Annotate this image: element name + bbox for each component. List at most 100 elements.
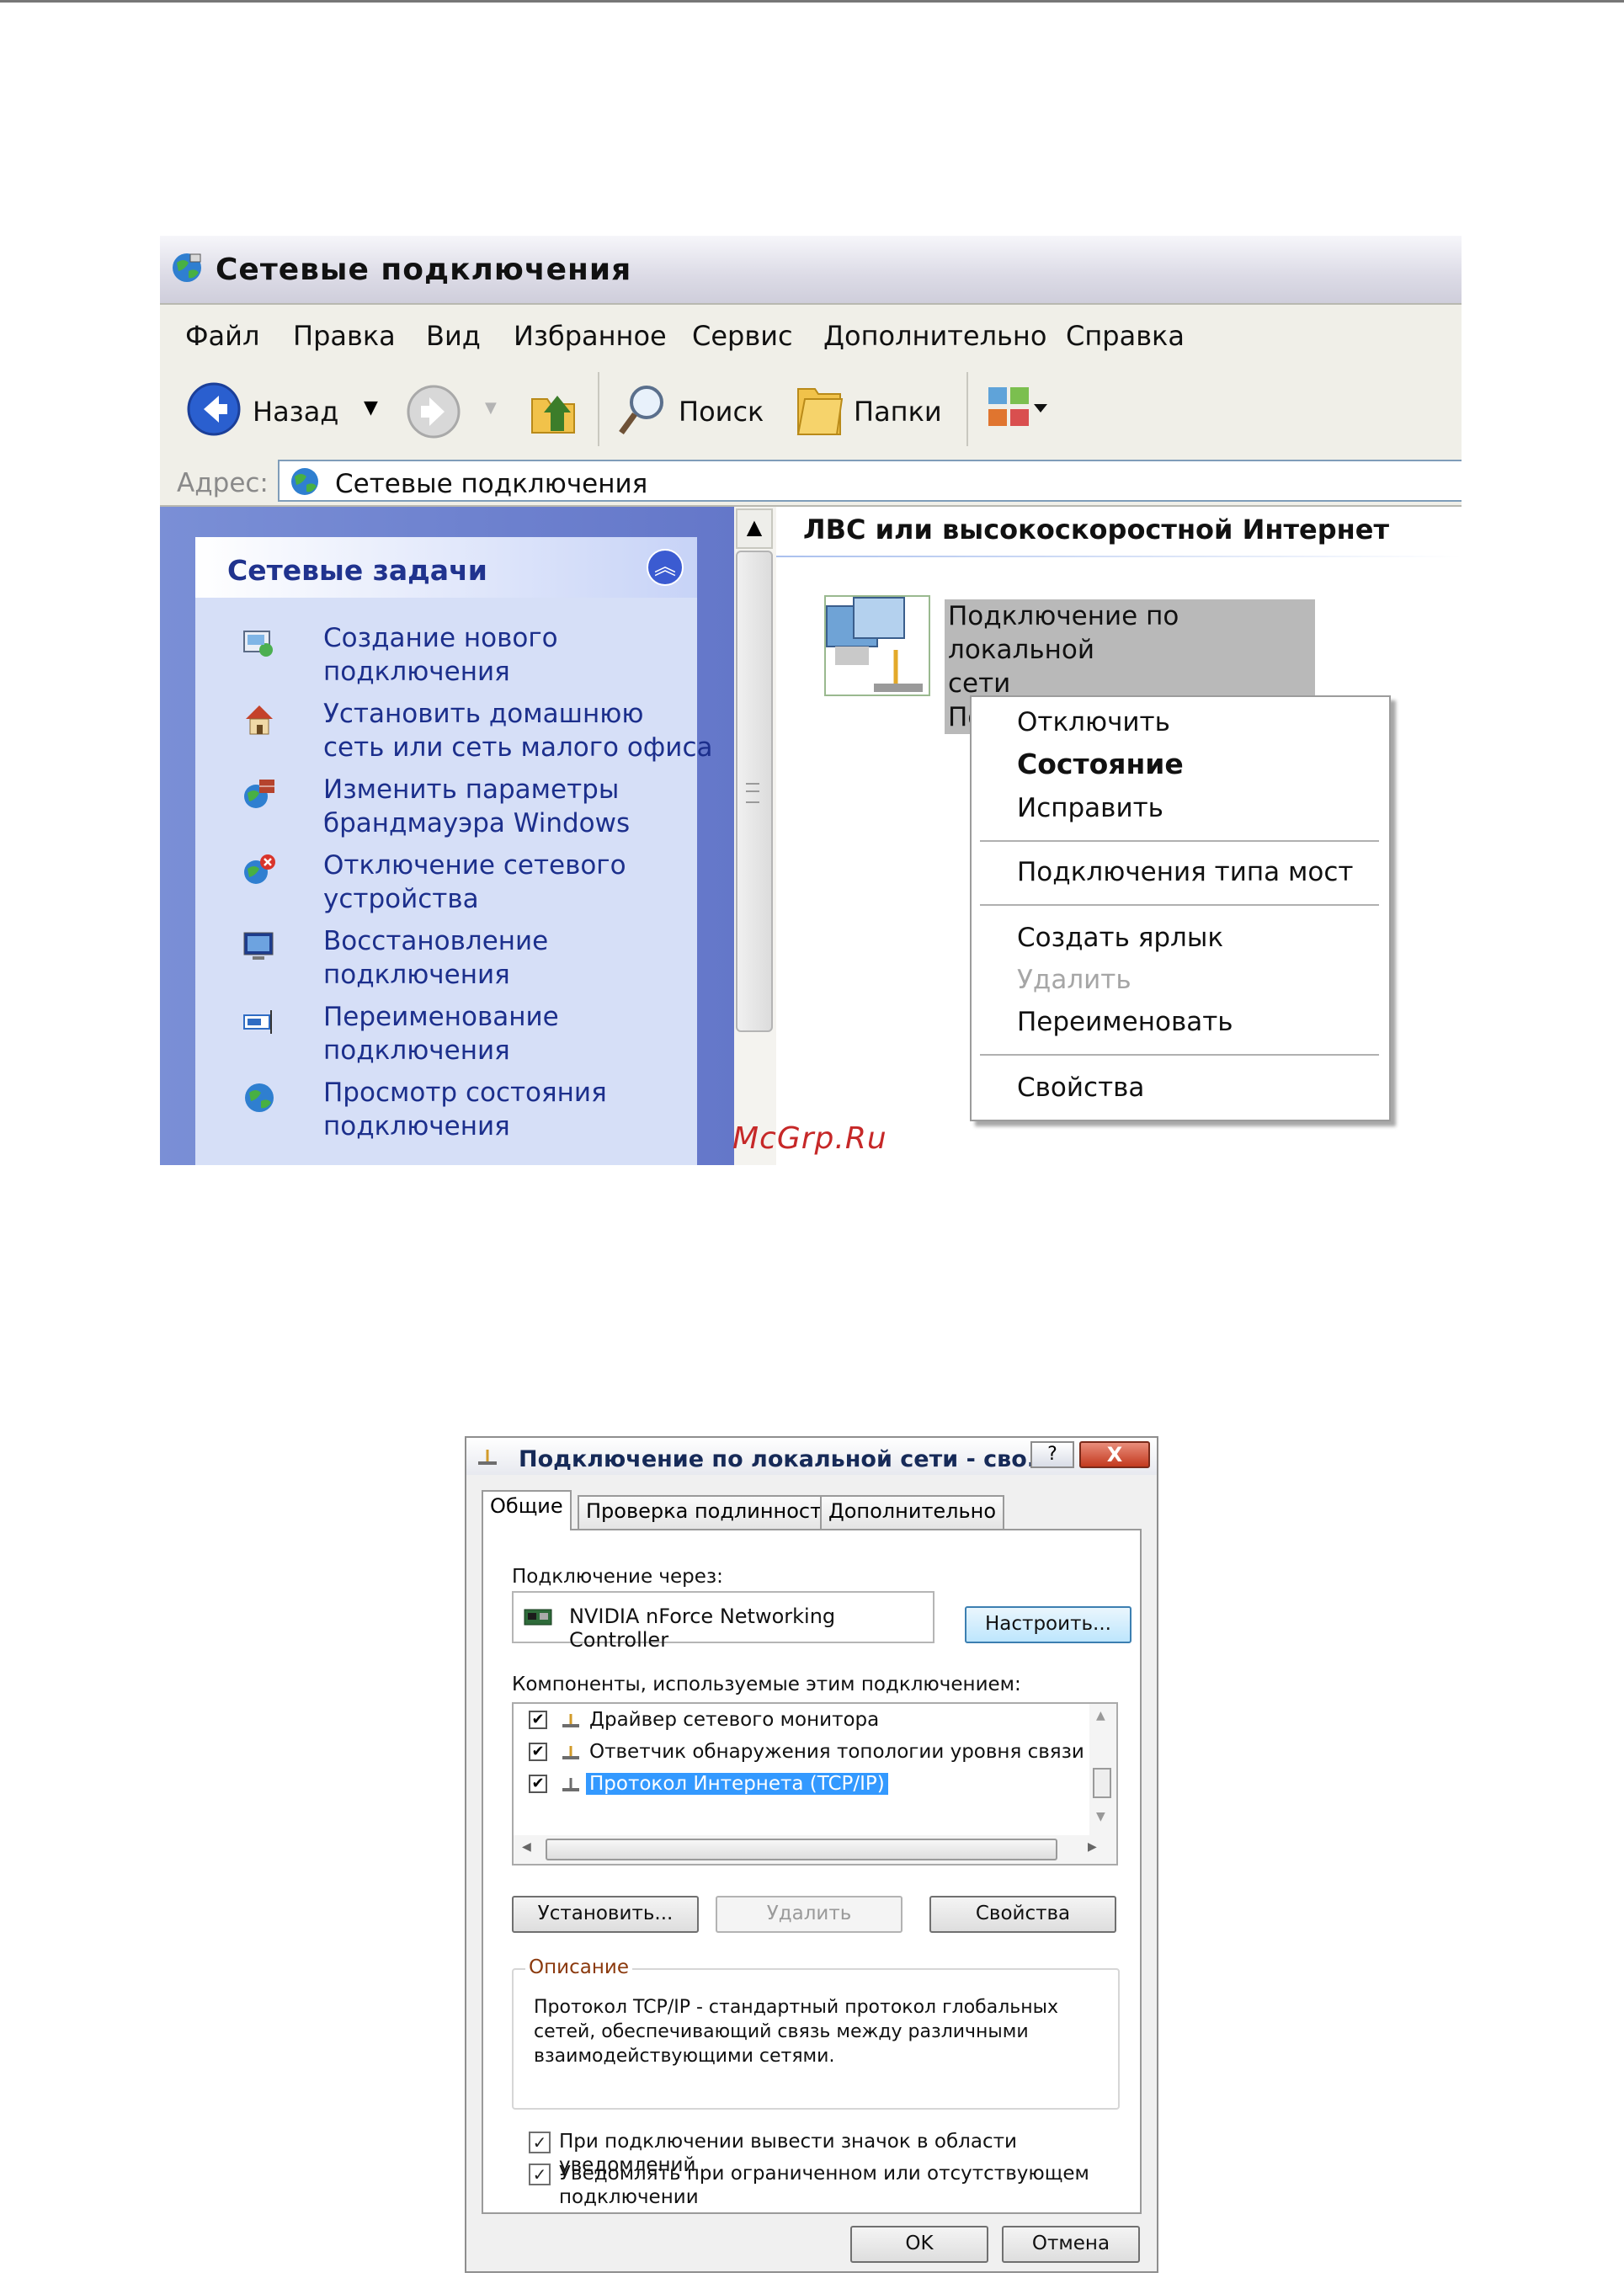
component-checkbox[interactable]: ✔ [529,1775,547,1793]
menu-favorites[interactable]: Избранное [514,320,667,352]
task-home-network[interactable]: Установить домашнюю сеть или сеть малого… [232,697,713,768]
components-label: Компоненты, используемые этим подключени… [512,1674,1021,1695]
tab-general[interactable]: Общие [482,1490,572,1530]
components-horizontal-scrollbar[interactable]: ◀ ▶ [514,1835,1116,1864]
properties-button[interactable]: Свойства [929,1896,1116,1933]
network-tasks-header[interactable]: Сетевые задачи ︽ [195,537,697,598]
network-adapter-icon [524,1609,552,1626]
description-group: Описание Протокол TCP/IP - стандартный п… [512,1956,1120,2110]
connect-via-label: Подключение через: [512,1566,723,1588]
folder-up-icon[interactable] [524,382,583,441]
uninstall-button: Удалить [716,1896,903,1933]
views-icon[interactable] [987,386,1051,436]
components-list[interactable]: ✔ Драйвер сетевого монитора ✔ Ответчик о… [512,1702,1118,1866]
notify-checkbox[interactable]: ✓ [529,2164,551,2185]
rename-icon [243,1010,272,1034]
general-tab-panel: Подключение через: NVIDIA nForce Network… [482,1529,1142,2214]
task-disable-device[interactable]: Отключение сетевого устройства [232,849,687,919]
component-checkbox[interactable]: ✔ [529,1743,547,1761]
menu-repair[interactable]: Исправить [1017,793,1163,823]
task-label: брандмауэра Windows [323,808,631,838]
folders-label: Папки [854,396,942,428]
network-connection-icon [478,1450,497,1465]
ok-button[interactable]: OK [850,2226,988,2263]
components-vertical-scrollbar[interactable]: ▲ ▼ [1089,1704,1116,1839]
task-rename-connection[interactable]: Переименование подключения [232,1000,687,1071]
menu-help[interactable]: Справка [1066,320,1185,352]
menu-file[interactable]: Файл [185,320,259,352]
forward-dropdown-arrow-icon[interactable]: ▼ [485,399,497,417]
list-item[interactable]: ✔ Ответчик обнаружения топологии уровня … [529,1739,1084,1766]
lan-connection-icon[interactable] [818,591,936,700]
folders-button[interactable]: Папки [793,381,953,439]
menu-view[interactable]: Вид [426,320,481,352]
scroll-up-arrow-icon[interactable]: ▲ [1096,1709,1105,1722]
address-value: Сетевые подключения [335,469,648,499]
notify-checkbox-row[interactable]: ✓ Уведомлять при ограниченном или отсутс… [529,2162,1135,2212]
home-network-icon [246,705,273,735]
properties-label: Свойства [975,1903,1071,1924]
network-tasks-panel: Сетевые задачи ︽ Создание нового подключ… [195,537,713,1165]
window-title: Сетевые подключения [216,253,632,287]
search-button[interactable]: Поиск [615,381,766,439]
menu-edit[interactable]: Правка [293,320,396,352]
group-header: ЛВС или высокоскоростной Интернет [803,514,1389,546]
menu-create-shortcut[interactable]: Создать ярлык [1017,923,1223,953]
task-pane-scrollbar[interactable]: ▲ [734,507,776,1165]
status-icon [245,1083,274,1112]
menu-bridge-connections[interactable]: Подключения типа мост [1017,857,1353,887]
tab-advanced[interactable]: Дополнительно [820,1495,1005,1529]
configure-button[interactable]: Настроить... [965,1606,1131,1643]
menu-separator [980,840,1379,842]
collapse-chevron-icon[interactable]: ︽ [647,549,684,586]
scrollbar-thumb[interactable] [546,1839,1057,1860]
menu-status[interactable]: Состояние [1017,748,1184,780]
network-globe-icon [173,253,201,282]
help-button[interactable]: ? [1030,1441,1074,1468]
component-name-selected: Протокол Интернета (TCP/IP) [586,1773,888,1795]
cancel-label: Отмена [1031,2233,1110,2254]
install-button[interactable]: Установить... [512,1896,699,1933]
forward-arrow-icon[interactable] [404,382,463,441]
show-icon-checkbox[interactable]: ✓ [529,2132,551,2153]
close-button[interactable]: X [1079,1441,1150,1468]
address-field[interactable]: Сетевые подключения [278,460,1462,502]
scroll-left-arrow-icon[interactable]: ◀ [522,1840,531,1854]
scrollbar-grip-icon [746,783,759,803]
adapter-name: NVIDIA nForce Networking Controller [569,1605,836,1652]
back-button[interactable]: Назад [185,381,354,439]
group-divider [776,556,1462,557]
show-icon-checkbox-row[interactable]: ✓ При подключении вывести значок в облас… [529,2130,1135,2176]
tab-authentication[interactable]: Проверка подлинности [578,1495,844,1529]
adapter-field: NVIDIA nForce Networking Controller [512,1591,934,1652]
task-new-connection[interactable]: Создание нового подключения [232,621,687,692]
task-label: подключения [323,1035,510,1066]
context-menu: Отключить Состояние Исправить Подключени… [970,695,1391,1121]
search-label: Поиск [679,396,764,428]
menu-rename[interactable]: Переименовать [1017,1007,1233,1037]
list-item[interactable]: ✔ Протокол Интернета (TCP/IP) [529,1771,1084,1798]
list-item[interactable]: ✔ Драйвер сетевого монитора [529,1707,1084,1734]
back-dropdown-arrow-icon[interactable]: ▼ [364,397,378,418]
scroll-right-arrow-icon[interactable]: ▶ [1088,1840,1097,1854]
menu-tools[interactable]: Сервис [692,320,793,352]
page-top-rule [0,0,1624,3]
component-checkbox[interactable]: ✔ [529,1711,547,1729]
menu-properties[interactable]: Свойства [1017,1072,1144,1103]
menu-advanced[interactable]: Дополнительно [823,320,1046,352]
scroll-down-arrow-icon[interactable]: ▼ [1096,1810,1105,1823]
task-view-status[interactable]: Просмотр состояния подключения [232,1076,687,1147]
toolbar-separator [966,372,968,446]
network-protocol-icon [562,1778,579,1791]
menu-disconnect[interactable]: Отключить [1017,707,1170,737]
menu-bar: Файл Правка Вид Избранное Сервис Дополни… [160,303,1462,365]
uninstall-label: Удалить [766,1903,852,1924]
install-label: Установить... [537,1903,674,1924]
task-firewall-settings[interactable]: Изменить параметры брандмауэра Windows [232,773,687,844]
task-repair-connection[interactable]: Восстановление подключения [232,924,687,995]
cancel-button[interactable]: Отмена [1002,2226,1140,2263]
scrollbar-thumb[interactable] [1093,1768,1111,1798]
back-arrow-icon [187,382,241,436]
notify-label: Уведомлять при ограниченном или отсутств… [559,2163,1089,2208]
scroll-up-arrow-icon[interactable]: ▲ [736,508,773,549]
